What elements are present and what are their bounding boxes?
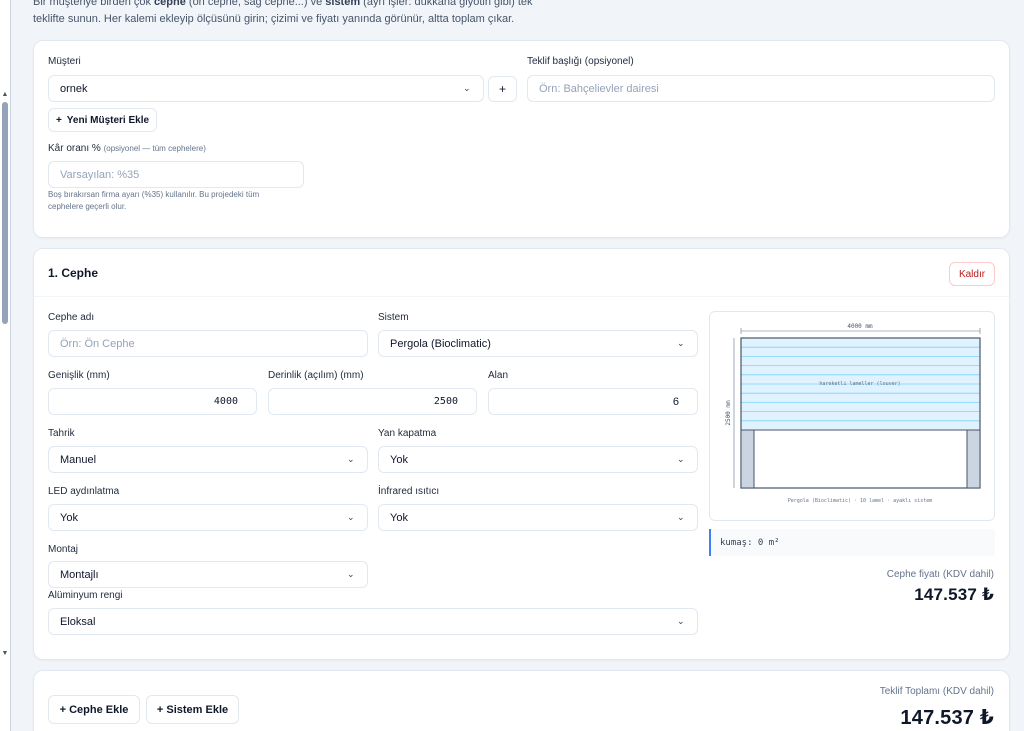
led-select[interactable]: Yok ⌄	[48, 504, 368, 531]
facade-name-label: Cephe adı	[48, 312, 95, 323]
chevron-down-icon: ⌄	[677, 338, 685, 348]
customer-label: Müşteri	[48, 56, 81, 67]
system-select[interactable]: Pergola (Bioclimatic) ⌄	[378, 330, 698, 357]
margin-input[interactable]: Varsayılan: %35	[48, 161, 304, 188]
left-post	[740, 429, 755, 489]
aluminum-color-label: Alüminyum rengi	[48, 590, 123, 601]
area-label: Alan	[488, 370, 509, 381]
heater-select[interactable]: Yok ⌄	[378, 504, 698, 531]
right-post	[966, 429, 981, 489]
add-customer-plus-button[interactable]: +	[488, 76, 517, 102]
drive-select[interactable]: Manuel ⌄	[48, 446, 368, 473]
side-cover-select[interactable]: Yok ⌄	[378, 446, 698, 473]
margin-helper-text: Boş bırakırsan firma ayarı (%35) kullanı…	[48, 190, 260, 211]
facade-name-input[interactable]: Örn: Ön Cephe	[48, 330, 368, 357]
chevron-down-icon: ⌄	[463, 83, 471, 93]
add-facade-button[interactable]: + Cephe Ekle	[48, 695, 140, 724]
chevron-down-icon: ⌄	[347, 569, 355, 579]
chevron-down-icon: ⌄	[677, 616, 685, 626]
heater-label: İnfrared ısıtıcı	[378, 486, 440, 497]
facade-header: 1. Cephe Kaldır	[34, 249, 1009, 297]
customer-select[interactable]: ornek ⌄	[48, 75, 484, 102]
offer-total-value: 147.537 ₺	[900, 707, 994, 729]
margin-label: Kâr oranı % (opsiyonel — tüm cephelere)	[48, 143, 206, 154]
offer-total-card: + Cephe Ekle + Sistem Ekle Teklif Toplam…	[33, 670, 1010, 731]
led-label: LED aydınlatma	[48, 486, 120, 497]
aluminum-color-select[interactable]: Eloksal ⌄	[48, 608, 698, 635]
drive-label: Tahrik	[48, 428, 75, 439]
new-customer-button[interactable]: + Yeni Müşteri Ekle	[48, 108, 157, 132]
height-dimension-label: 2500 mm	[725, 400, 732, 426]
scrollbar[interactable]: ▲ ▼	[0, 0, 11, 731]
facade-title: 1. Cephe	[48, 266, 99, 280]
intro-text: Bir müşteriye birden çok cephe (ön cephe…	[33, 0, 533, 25]
width-input[interactable]: 4000	[48, 388, 257, 415]
system-label: Sistem	[378, 312, 409, 323]
width-dimension-label: 4000 mm	[847, 323, 873, 330]
pergola-drawing: 4000 mm 2500 mm hareketli lameller (louv…	[709, 311, 995, 521]
fabric-note: kumaş: 0 m²	[709, 529, 995, 556]
scroll-up-arrow-icon[interactable]: ▲	[1, 91, 9, 99]
pergola-drawing-svg: 4000 mm 2500 mm hareketli lameller (louv…	[725, 323, 981, 504]
remove-facade-button[interactable]: Kaldır	[949, 262, 995, 286]
mount-select[interactable]: Montajlı ⌄	[48, 561, 368, 588]
offer-title-input[interactable]: Örn: Bahçelievler dairesi	[527, 75, 995, 102]
width-label: Genişlik (mm)	[48, 370, 110, 381]
chevron-down-icon: ⌄	[347, 454, 355, 464]
plus-icon: +	[55, 114, 62, 126]
mount-label: Montaj	[48, 544, 79, 555]
side-cover-label: Yan kapatma	[378, 428, 437, 439]
facade-card: 1. Cephe Kaldır Cephe adı Örn: Ön Cephe …	[33, 248, 1010, 660]
facade-price-label: Cephe fiyatı (KDV dahil)	[886, 569, 994, 580]
area-input[interactable]: 6	[488, 388, 698, 415]
offer-title-label: Teklif başlığı (opsiyonel)	[527, 56, 634, 67]
drawing-caption: Pergola (Bioclimatic) · 10 lamel · ayakl…	[788, 498, 933, 504]
depth-input[interactable]: 2500	[268, 388, 477, 415]
louver-label: hareketli lameller (louver)	[819, 381, 900, 387]
offer-total-label: Teklif Toplamı (KDV dahil)	[879, 686, 994, 697]
chevron-down-icon: ⌄	[677, 512, 685, 522]
chevron-down-icon: ⌄	[677, 454, 685, 464]
scroll-thumb[interactable]	[2, 102, 8, 324]
facade-price-value: 147.537 ₺	[914, 585, 994, 604]
depth-label: Derinlik (açılım) (mm)	[268, 370, 364, 381]
scroll-down-arrow-icon[interactable]: ▼	[1, 650, 9, 658]
add-system-button[interactable]: + Sistem Ekle	[146, 695, 239, 724]
offer-settings-card: Müşteri ornek ⌄ + Teklif başlığı (opsiyo…	[33, 40, 1010, 238]
chevron-down-icon: ⌄	[347, 512, 355, 522]
